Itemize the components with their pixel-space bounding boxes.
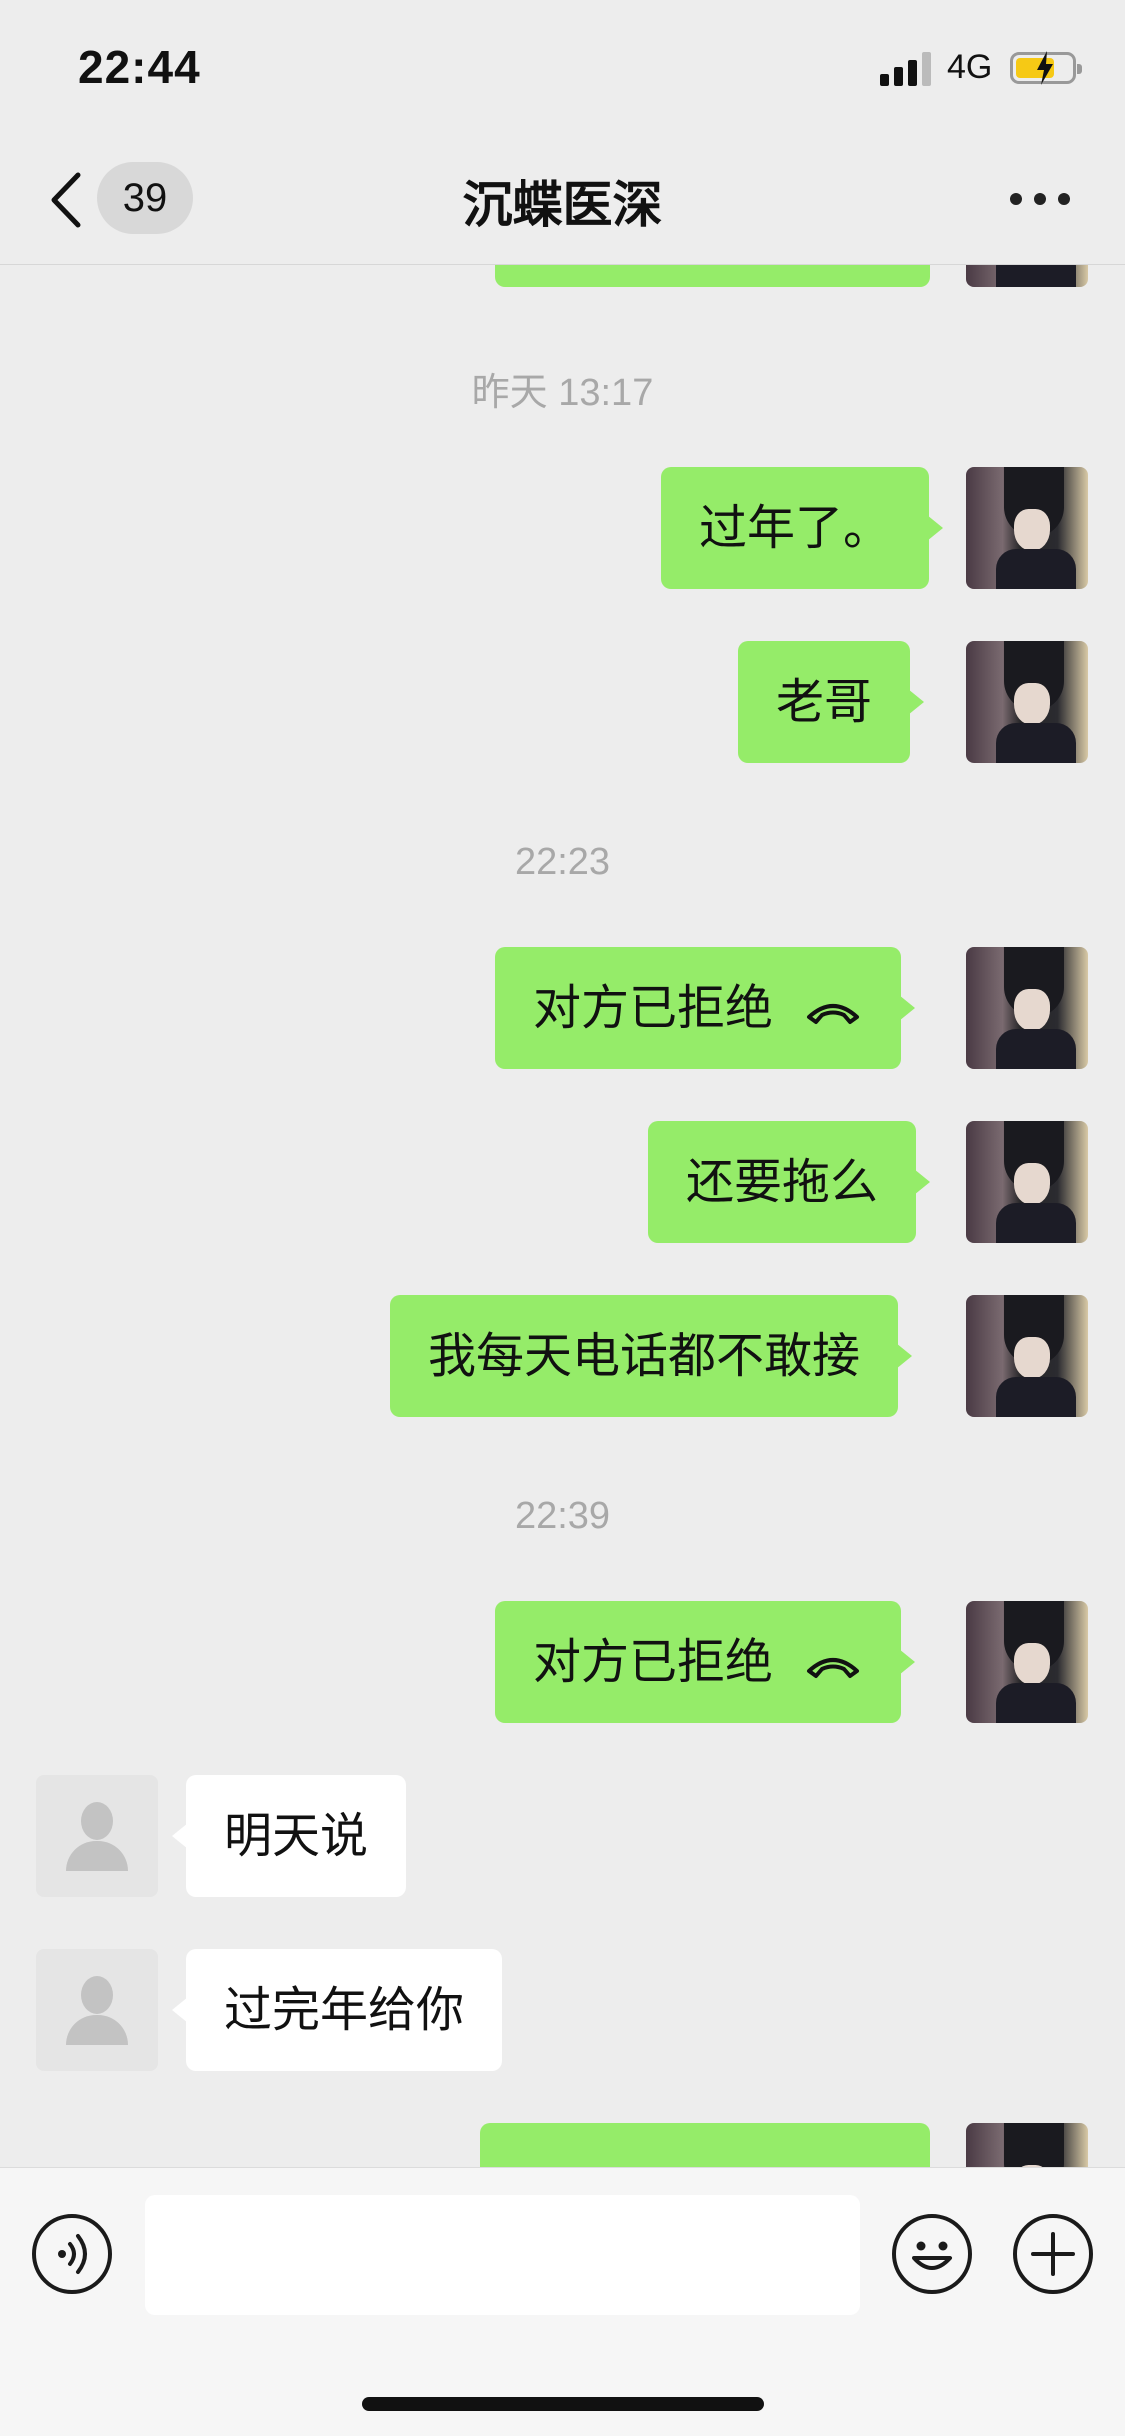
my-avatar[interactable] [966, 1601, 1088, 1723]
phone-hangup-icon [807, 1004, 860, 1024]
message-bubble[interactable]: 过完年给你 [171, 1949, 503, 2071]
status-time: 22:44 [78, 41, 201, 93]
message-list[interactable]: 昨天 13:17 过年了。 老哥 22:23 对方已拒绝 还要拖么 我每天电话都… [0, 265, 1125, 2167]
my-avatar[interactable] [966, 641, 1088, 763]
my-avatar[interactable] [966, 1295, 1088, 1417]
status-bar: 22:44 4G [0, 0, 1125, 135]
plus-icon[interactable] [1013, 2214, 1093, 2294]
call-record-bubble[interactable]: 对方已拒绝 [495, 1601, 916, 1723]
signal-icon [880, 52, 932, 86]
my-avatar[interactable] [966, 265, 1088, 287]
call-status-text: 对方已拒绝 [533, 1634, 774, 1690]
phone-hangup-icon [807, 1658, 860, 1678]
message-bubble-partial [495, 265, 930, 287]
message-bubble[interactable]: 老哥 [738, 641, 925, 763]
my-avatar[interactable] [966, 947, 1088, 1069]
battery-charging-icon [1010, 51, 1082, 85]
my-avatar[interactable] [966, 1121, 1088, 1243]
network-type: 4G [947, 48, 993, 86]
message-bubble[interactable]: 我每天电话都不敢接 [390, 1295, 913, 1417]
chat-header: 39 沉蝶医深 [0, 135, 1125, 265]
message-bubble-partial [480, 2123, 930, 2167]
message-input[interactable] [145, 2195, 860, 2315]
my-avatar[interactable] [966, 467, 1088, 589]
my-avatar[interactable] [966, 2123, 1088, 2167]
timestamp: 22:23 [514, 841, 611, 883]
voice-icon[interactable] [32, 2214, 112, 2294]
message-bubble[interactable]: 还要拖么 [648, 1121, 931, 1243]
timestamp: 22:39 [514, 1495, 611, 1537]
input-bar [0, 2167, 1125, 2436]
message-bubble[interactable]: 过年了。 [661, 467, 944, 589]
message-bubble[interactable]: 明天说 [171, 1775, 407, 1897]
call-status-text: 对方已拒绝 [533, 980, 774, 1036]
home-indicator[interactable] [362, 2397, 764, 2411]
emoji-icon[interactable] [892, 2214, 972, 2294]
timestamp: 昨天 13:17 [471, 372, 654, 414]
more-dots-icon[interactable] [1010, 193, 1070, 207]
call-record-bubble[interactable]: 对方已拒绝 [495, 947, 916, 1069]
contact-avatar[interactable] [36, 1775, 158, 1897]
chat-title: 沉蝶医深 [462, 176, 663, 234]
contact-avatar[interactable] [36, 1949, 158, 2071]
